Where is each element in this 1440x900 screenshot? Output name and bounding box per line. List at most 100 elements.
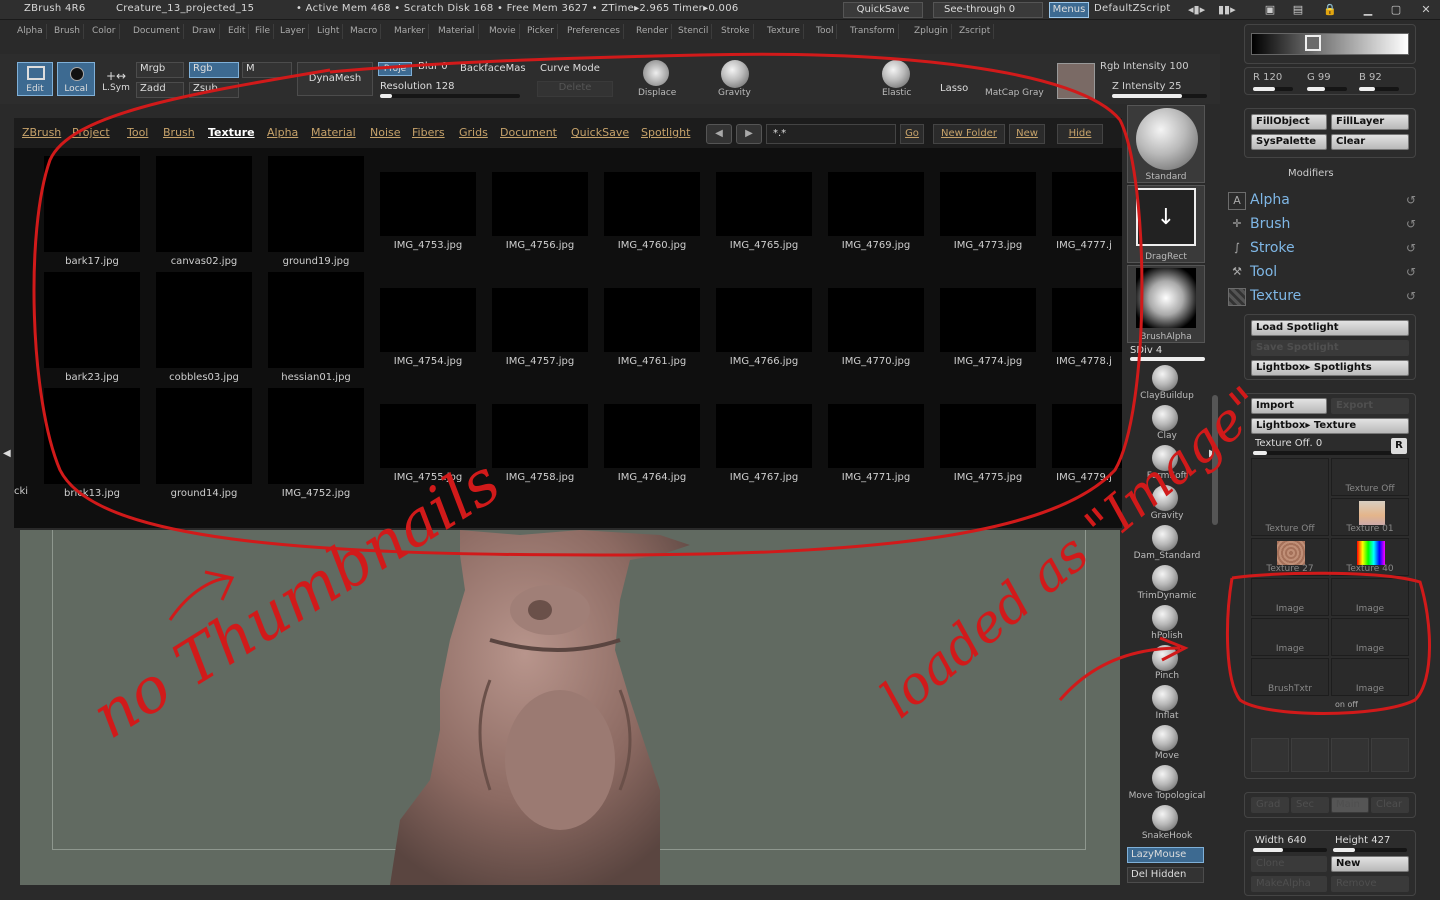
scrollbar[interactable]	[1212, 395, 1218, 525]
menu-item[interactable]: Alpha	[14, 24, 47, 39]
tab-quicksave[interactable]: QuickSave	[571, 126, 629, 139]
minimize-icon[interactable]: ▁	[1360, 3, 1376, 17]
menu-item[interactable]: Transform	[847, 24, 899, 39]
texture-thumbnail[interactable]	[380, 288, 476, 352]
maximize-icon[interactable]: ▢	[1388, 3, 1404, 17]
menu-item[interactable]: Light	[314, 24, 344, 39]
del-hidden-button[interactable]: Del Hidden	[1127, 867, 1204, 883]
brush-item[interactable]: ClayBuildup	[1127, 365, 1207, 401]
menu-item[interactable]: Document	[130, 24, 184, 39]
texture-thumbnail[interactable]	[156, 156, 252, 252]
menu-item[interactable]: Zplugin	[911, 24, 953, 39]
filter-input[interactable]: *.*	[766, 124, 896, 144]
m-button[interactable]: M	[242, 62, 292, 78]
texture-thumbnail[interactable]	[156, 272, 252, 368]
modifier-brush[interactable]: ✛ Brush ↺	[1228, 214, 1418, 236]
edit-button[interactable]: Edit	[17, 62, 53, 96]
menu-item[interactable]: Marker	[391, 24, 430, 39]
main-button[interactable]: Main	[1331, 797, 1369, 813]
brush-item[interactable]: SnakeHook	[1127, 805, 1207, 841]
blue-slider[interactable]: B 92	[1359, 72, 1382, 83]
see-through-slider[interactable]: See-through 0	[933, 2, 1043, 18]
height-track[interactable]	[1333, 848, 1407, 852]
menu-item[interactable]: Brush	[51, 24, 84, 39]
texture-thumbnail[interactable]	[828, 404, 924, 468]
r-button[interactable]: R	[1391, 438, 1407, 454]
texture-thumbnail[interactable]	[716, 288, 812, 352]
local-button[interactable]: Local	[57, 62, 95, 96]
backface-mask-button[interactable]: BackfaceMas	[460, 63, 526, 74]
z-intensity-slider[interactable]: Z Intensity 25	[1112, 81, 1181, 92]
brush-item[interactable]: Move Topological	[1127, 765, 1207, 801]
green-track[interactable]	[1307, 87, 1347, 91]
lasso-button[interactable]: Lasso	[940, 83, 968, 94]
texture-thumbnail[interactable]	[940, 288, 1036, 352]
load-spotlight-button[interactable]: Load Spotlight	[1251, 320, 1409, 336]
rgb-button[interactable]: Rgb	[189, 62, 239, 78]
displace-icon[interactable]	[643, 60, 669, 86]
texture-thumbnail[interactable]	[492, 172, 588, 236]
tab-spotlight[interactable]: Spotlight	[641, 126, 690, 139]
texture-slot[interactable]: Texture Off	[1251, 458, 1329, 536]
save-spotlight-button[interactable]: Save Spotlight	[1251, 340, 1409, 356]
mrgb-button[interactable]: Mrgb	[136, 62, 184, 78]
tab-texture[interactable]: Texture	[208, 126, 255, 139]
texture-thumbnail[interactable]	[380, 404, 476, 468]
next-arrow-icon[interactable]: ▶	[736, 124, 762, 144]
z-intensity-track[interactable]	[1112, 94, 1207, 98]
texture-thumbnail[interactable]	[156, 388, 252, 484]
layout-icon[interactable]: ▤	[1290, 3, 1306, 17]
brush-item[interactable]: Clay	[1127, 405, 1207, 441]
texture-slot[interactable]: Texture Off	[1331, 458, 1409, 496]
export-button[interactable]: Export	[1331, 398, 1409, 414]
import-button[interactable]: Import	[1251, 398, 1327, 414]
prev-arrow-icon[interactable]: ◀	[706, 124, 732, 144]
texture-slot[interactable]: Image	[1251, 578, 1329, 616]
texture-thumbnail[interactable]	[44, 388, 140, 484]
brush-item[interactable]: Pinch	[1127, 645, 1207, 681]
texture-action-icon[interactable]	[1291, 738, 1329, 772]
tab-fibers[interactable]: Fibers	[412, 126, 445, 139]
layout-icon[interactable]: ▣	[1262, 3, 1278, 17]
menu-item[interactable]: Preferences	[564, 24, 624, 39]
menu-item[interactable]: Stroke	[718, 24, 754, 39]
brush-item[interactable]: Dam_Standard	[1127, 525, 1207, 561]
texture-thumbnail[interactable]	[1052, 288, 1122, 352]
texture-thumbnail[interactable]	[44, 156, 140, 252]
clone-button[interactable]: Clone	[1251, 856, 1327, 872]
menu-item[interactable]: Macro	[347, 24, 382, 39]
hide-button[interactable]: Hide	[1057, 124, 1103, 144]
close-icon[interactable]: ✕	[1418, 3, 1434, 17]
delete-button[interactable]: Delete	[537, 81, 613, 97]
sec-button[interactable]: Sec	[1291, 797, 1329, 813]
menu-item[interactable]: Zscript	[956, 24, 995, 39]
lazymouse-button[interactable]: LazyMouse	[1127, 847, 1204, 863]
remove-button[interactable]: Remove	[1331, 876, 1409, 892]
texture-thumbnail[interactable]	[1052, 172, 1122, 236]
gravity-icon[interactable]	[721, 60, 749, 88]
texture-thumbnail[interactable]	[940, 172, 1036, 236]
make-alpha-button[interactable]: MakeAlpha	[1251, 876, 1327, 892]
menu-item[interactable]: File	[252, 24, 275, 39]
texture-slot[interactable]: Image	[1331, 618, 1409, 656]
tab-tool[interactable]: Tool	[127, 126, 148, 139]
red-track[interactable]	[1253, 87, 1293, 91]
menu-item[interactable]: Texture	[764, 24, 804, 39]
menu-item[interactable]: Layer	[277, 24, 310, 39]
tab-grids[interactable]: Grids	[459, 126, 488, 139]
clear-main-button[interactable]: Clear	[1371, 797, 1409, 813]
dynamesh-button[interactable]: DynaMesh	[297, 62, 373, 96]
menu-item[interactable]: Render	[633, 24, 673, 39]
material-color-swatch[interactable]	[1057, 63, 1095, 99]
texture-slot[interactable]: Texture 27	[1251, 538, 1329, 576]
texture-thumbnail[interactable]	[828, 172, 924, 236]
zscript-name[interactable]: DefaultZScript	[1094, 3, 1171, 14]
brush-item[interactable]: Gravity	[1127, 485, 1207, 521]
texture-thumbnail[interactable]	[492, 404, 588, 468]
curve-mode-button[interactable]: Curve Mode	[540, 63, 600, 74]
alpha-button[interactable]: BrushAlpha	[1127, 265, 1205, 343]
quicksave-button[interactable]: QuickSave	[843, 2, 923, 18]
modifier-alpha[interactable]: A Alpha ↺	[1228, 190, 1418, 212]
texture-thumbnail[interactable]	[716, 404, 812, 468]
texture-thumbnail[interactable]	[492, 288, 588, 352]
